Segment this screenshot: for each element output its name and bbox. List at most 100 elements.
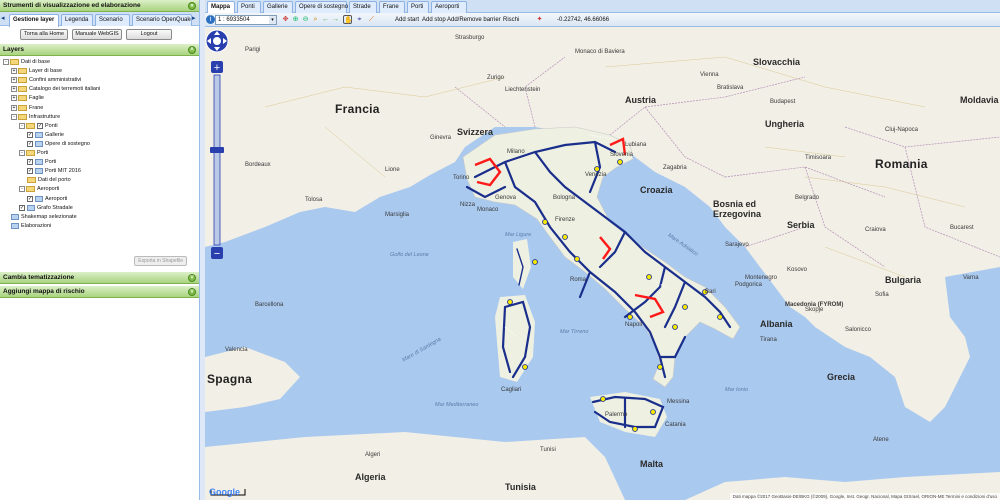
add-start-button[interactable]: Add start (395, 17, 419, 23)
add-stop-button[interactable]: Add stop (422, 17, 446, 23)
layer-checkbox[interactable]: ✓ (27, 195, 33, 202)
scroll-left-icon[interactable]: ◂ (1, 15, 7, 23)
tab-ponti[interactable]: Ponti (237, 1, 261, 13)
scroll-right-icon[interactable]: ▸ (192, 15, 198, 23)
layer-checkbox[interactable]: ✓ (27, 140, 33, 147)
expand-icon[interactable]: ˅ (188, 288, 196, 296)
layer-checkbox[interactable]: ✓ (27, 168, 33, 175)
tree-node[interactable]: + Catalogo dei terremoti italiani (11, 85, 100, 93)
label-city: Belgrado (795, 195, 820, 201)
tab-gallerie[interactable]: Gallerie (263, 1, 293, 13)
collapse-icon[interactable]: - (19, 186, 25, 193)
collapse-icon[interactable]: - (19, 150, 25, 156)
panel-title-text: Strumenti di visualizzazione ed elaboraz… (3, 2, 141, 9)
tab-strade[interactable]: Strade (349, 1, 377, 13)
tab-aeroporti[interactable]: Aeroporti (431, 1, 467, 13)
label-city: Napoli (625, 322, 643, 328)
tree-node[interactable]: Elaborazioni (11, 222, 51, 230)
map-canvas[interactable]: Francia Svizzera Austria Ungheria Romani… (205, 27, 1000, 500)
tree-node[interactable]: ✓ Porti (27, 158, 56, 166)
tree-node[interactable]: - Porti (19, 149, 48, 157)
tab-porti[interactable]: Porti (407, 1, 429, 13)
label-city: Varna (963, 275, 979, 281)
tab-scenario-openquake[interactable]: Scenario OpenQuake (132, 14, 192, 26)
collapse-icon[interactable]: - (3, 59, 9, 65)
manual-button[interactable]: Manuale WebGIS (72, 29, 122, 40)
tab-legenda[interactable]: Legenda (61, 14, 93, 26)
tree-node[interactable]: - Dati di base (3, 58, 50, 66)
tree-node[interactable]: Shakemap selezionate (11, 213, 77, 221)
expand-icon[interactable]: + (11, 68, 17, 75)
tab-opere-di-sostegno[interactable]: Opere di sostegno (295, 1, 348, 13)
expand-icon[interactable]: ˅ (188, 274, 196, 282)
tree-node[interactable]: - Infrastrutture (11, 113, 60, 121)
tree-node[interactable]: ✓ Aeroporti (27, 195, 67, 203)
zoom-box-icon[interactable]: ⌕ (311, 15, 320, 24)
label-city: Venezia (585, 172, 607, 178)
tree-node[interactable]: + Confini amministrativi (11, 76, 81, 84)
info-icon[interactable]: i (206, 15, 215, 24)
collapse-icon[interactable]: « (188, 2, 196, 10)
label-monaco: Monaco (477, 207, 499, 213)
tab-scenario[interactable]: Scenario (95, 14, 130, 26)
label-city: Algeri (365, 452, 381, 458)
tree-node[interactable]: + Layer di base (11, 67, 62, 75)
label-city: Lubiana (625, 142, 647, 148)
tree-node[interactable]: ✓ Porti MIT 2016 (27, 167, 81, 175)
tree-node[interactable]: ✓ Opere di sostegno (27, 140, 90, 148)
label-ungheria: Ungheria (765, 119, 805, 129)
tree-node[interactable]: - Aeroporti (19, 185, 59, 193)
layer-checkbox[interactable]: ✓ (37, 122, 43, 129)
label-bulgaria: Bulgaria (885, 275, 922, 285)
forward-icon[interactable]: → (331, 15, 340, 24)
home-button[interactable]: Torna alla Home (20, 29, 68, 40)
section-mappa-rischio[interactable]: Aggiungi mappa di rischio ˅ (0, 286, 199, 298)
expand-icon[interactable]: + (11, 95, 17, 102)
expand-icon[interactable]: + (11, 104, 17, 111)
back-icon[interactable]: ← (321, 15, 330, 24)
collapse-layers-icon[interactable]: ˄ (188, 46, 196, 54)
zoom-out-icon[interactable]: ⊖ (301, 15, 310, 24)
select-icon[interactable]: ⌖ (355, 15, 364, 24)
section-cambia-tematizzazione[interactable]: Cambia tematizzazione ˅ (0, 272, 199, 284)
google-logo: Google (209, 487, 240, 497)
label-city: Palermo (605, 412, 628, 418)
label-austria: Austria (625, 95, 657, 105)
chevron-down-icon: ▾ (269, 16, 276, 24)
tab-mappa[interactable]: Mappa (207, 1, 235, 13)
routing-button[interactable]: Rischi (503, 17, 519, 23)
scale-select[interactable]: 1 : 6933504 ▾ (215, 15, 277, 25)
tree-node[interactable]: - ✓ Ponti (19, 122, 58, 130)
tab-frane[interactable]: Frane (379, 1, 405, 13)
zoom-in-icon[interactable]: ⊕ (291, 15, 300, 24)
layer-checkbox[interactable]: ✓ (27, 159, 33, 166)
expand-icon[interactable]: + (11, 77, 17, 84)
label-city: Nizza (460, 202, 476, 208)
expand-icon[interactable]: + (11, 86, 17, 93)
collapse-icon[interactable]: - (11, 113, 17, 120)
layer-icon (35, 168, 43, 175)
tree-node-label: Porti MIT 2016 (45, 168, 81, 175)
tree-node-label: Elaborazioni (21, 222, 52, 229)
tree-node-label: Gallerie (45, 131, 64, 138)
pan-zoom-control[interactable]: + − (205, 27, 229, 267)
folder-icon (26, 150, 35, 156)
logout-button[interactable]: Logout (126, 29, 172, 40)
tree-node[interactable]: ✓ Gallerie (27, 131, 64, 139)
tree-node[interactable]: Dati del porto (27, 176, 71, 184)
label-city: Budapest (770, 99, 796, 105)
add-remove-barrier-button[interactable]: Add/Remove barrier (447, 17, 501, 23)
export-shapefile-button[interactable]: Esporta in Shapefile (134, 256, 187, 266)
label-city: Catania (665, 422, 686, 428)
layer-icon (11, 222, 19, 229)
measure-icon[interactable]: ⟋ (367, 15, 376, 24)
zoom-extent-icon[interactable]: ✥ (281, 15, 290, 24)
tree-node[interactable]: ✓ Grafo Stradale (19, 204, 73, 212)
layer-checkbox[interactable]: ✓ (27, 131, 33, 138)
layer-checkbox[interactable]: ✓ (19, 204, 25, 211)
tree-node[interactable]: + Frane (11, 104, 43, 112)
pan-icon[interactable]: ✋ (343, 15, 353, 24)
clear-icon[interactable]: ✦ (535, 15, 544, 24)
collapse-icon[interactable]: - (19, 122, 25, 129)
tree-node[interactable]: + Faglie (11, 94, 44, 102)
